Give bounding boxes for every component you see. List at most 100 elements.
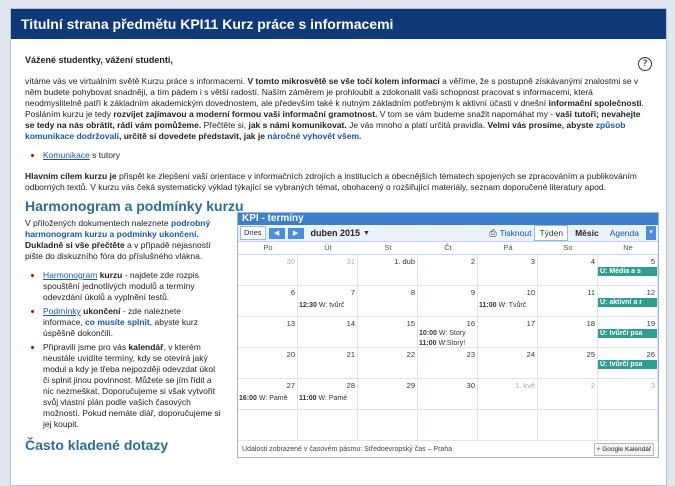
day-cell[interactable]: 12 Ú: aktivní a r (598, 286, 658, 317)
calendar-event[interactable]: 11:00 W: Pamé (299, 393, 347, 404)
day-cell[interactable]: 22 (358, 348, 418, 379)
list-item-text: ukončení (80, 306, 121, 316)
day-cell[interactable]: 21 (298, 348, 358, 379)
communication-tutors-link[interactable]: Komunikace (43, 150, 90, 160)
timezone-note: Události zobrazené v časovém pásmu: Stře… (242, 446, 453, 453)
day-number: 27 (286, 381, 295, 390)
list-item-text: kurzu (97, 270, 123, 280)
day-cell[interactable]: 24 (478, 348, 538, 379)
event-title: W: Story (438, 330, 466, 337)
day-cell[interactable]: 3 (478, 255, 538, 286)
day-cell[interactable]: 1. kvě (478, 379, 538, 410)
day-cell[interactable]: 29 (358, 379, 418, 410)
list-item-text: , v kterém neustále uvidíte termíny, kdy… (43, 342, 221, 429)
calendar-event[interactable]: Ú: aktivní a r (598, 298, 657, 307)
intro-text: vítáme vás ve virtuálním světě Kurzu prá… (25, 76, 248, 86)
day-cell[interactable]: 8 (358, 286, 418, 317)
calendar-period: duben 2015 (310, 227, 361, 238)
day-cell[interactable]: 14 (298, 317, 358, 348)
day-cell[interactable]: 5 Ú: Média a s (598, 255, 658, 286)
day-cell[interactable]: 23 (418, 348, 478, 379)
day-cell[interactable]: 15 (358, 317, 418, 348)
day-cell[interactable]: 28 11:00 W: Pamé (298, 379, 358, 410)
day-cell[interactable]: 30 (238, 255, 298, 286)
calendar-event[interactable]: Ú: tvůrčí psa (598, 360, 657, 369)
day-number: 4 (590, 257, 595, 266)
chevron-down-icon[interactable]: ▼ (363, 228, 370, 239)
schedule-list: Harmonogram kurzu - najdete zde rozpis s… (25, 270, 221, 430)
day-cell[interactable]: 6 (238, 286, 298, 317)
day-cell[interactable]: 7 12:30 W: tvůrč (298, 286, 358, 317)
tutor-list: Komunikace s tutory (25, 150, 650, 161)
weekday-header: Po Út St Čt Pá So Ne (238, 242, 658, 255)
intro-text: informační společnosti (548, 98, 642, 108)
day-number: 18 (586, 319, 595, 328)
tab-month[interactable]: Měsíc (571, 226, 603, 240)
day-cell[interactable]: 17 (478, 317, 538, 348)
event-time: 10:00 (419, 330, 437, 337)
day-cell[interactable]: 19 Ú: tvůrčí psa (598, 317, 658, 348)
intro-text: V tom se vám budeme snažit napomáhat my … (377, 109, 556, 119)
list-item: Harmonogram kurzu - najdete zde rozpis s… (43, 270, 221, 303)
list-item-text: kalendář (128, 342, 164, 352)
calendar-event[interactable]: Ú: tvůrčí psa (598, 329, 657, 338)
calendar-event[interactable]: Ú: Média a s (598, 267, 657, 276)
day-cell[interactable]: 13 (238, 317, 298, 348)
day-number: 16 (466, 319, 475, 328)
day-cell[interactable]: 2 (538, 379, 598, 410)
day-cell[interactable]: 25 (538, 348, 598, 379)
schedule-intro-text: V přiložených dokumentech naleznete (25, 218, 172, 228)
day-number: 7 (350, 288, 355, 297)
day-cell[interactable]: 10 11:00 W: Tvůrč (478, 286, 538, 317)
day-number: 30 (286, 257, 295, 266)
schedule-intro-text: Dukladně si vše přečtěte (25, 240, 125, 250)
tab-week[interactable]: Týden (534, 225, 569, 241)
today-button[interactable]: Dnes (240, 226, 266, 240)
day-cell[interactable]: 4 (538, 255, 598, 286)
list-item-text: co musíte splnit (85, 317, 150, 327)
calendar-event[interactable]: 11:00 W: Tvůrč (479, 300, 526, 311)
day-number: 12 (646, 288, 655, 297)
calendar-event[interactable]: 16:00 W: Pamě (239, 393, 288, 404)
prev-month-button[interactable]: ◀ (268, 227, 285, 239)
tab-agenda[interactable]: Agenda (606, 226, 643, 240)
conditions-link[interactable]: Podmínky (43, 306, 81, 316)
next-month-button[interactable]: ▶ (287, 227, 304, 239)
harmonogram-link[interactable]: Harmonogram (43, 270, 97, 280)
day-cell[interactable]: 20 (238, 348, 298, 379)
day-number: 3 (530, 257, 535, 266)
day-cell[interactable]: 3 (598, 379, 658, 410)
print-icon[interactable]: ⎙ (489, 228, 496, 239)
day-cell-empty (358, 410, 418, 441)
day-cell[interactable]: 31 (298, 255, 358, 286)
intro-text: Velmi vás prosíme, abyste (487, 120, 594, 130)
print-button[interactable]: Tisknout (500, 228, 532, 239)
day-cell[interactable]: 26 Ú: tvůrčí psa (598, 348, 658, 379)
weekday-label: Út (324, 243, 332, 252)
calendar-dropdown-icon[interactable]: ▾ (646, 226, 656, 240)
calendar-event[interactable]: 12:30 W: tvůrč (299, 300, 344, 311)
day-number: 20 (286, 350, 295, 359)
event-title: W: Tvůrč (498, 302, 527, 309)
schedule-left-column: V přiložených dokumentech naleznete podr… (25, 218, 221, 457)
event-title: W:Story! (438, 340, 466, 347)
day-cell[interactable]: 9 (418, 286, 478, 317)
day-cell[interactable]: 18 (538, 317, 598, 348)
google-calendar-button[interactable]: + Google Kalendář (593, 443, 654, 456)
calendar-title: KPI - termíny (238, 213, 658, 225)
goal-bold: Hlavním cílem kurzu je (25, 171, 117, 181)
day-number: 21 (346, 350, 355, 359)
goal-text: přispět ke zlepšení vaší orientace v inf… (25, 171, 637, 192)
day-cell[interactable]: 2 (418, 255, 478, 286)
event-time: 11:00 (479, 302, 497, 309)
day-cell[interactable]: 11 (538, 286, 598, 317)
day-cell[interactable]: 16 10:00 W: Story 11:00 W:Story! (418, 317, 478, 348)
day-cell[interactable]: 30 (418, 379, 478, 410)
intro-text: V tomto mikrosvětě se vše točí kolem inf… (247, 76, 440, 86)
section-title-faq: Často kladené dotazy (25, 437, 169, 453)
day-cell[interactable]: 1. dub (358, 255, 418, 286)
day-cell[interactable]: 27 16:00 W: Pamě (238, 379, 298, 410)
calendar-event[interactable]: 11:00 W:Story! (419, 338, 466, 347)
day-number: 13 (286, 319, 295, 328)
page-frame: Titulní strana předmětu KPI11 Kurz práce… (10, 8, 667, 486)
